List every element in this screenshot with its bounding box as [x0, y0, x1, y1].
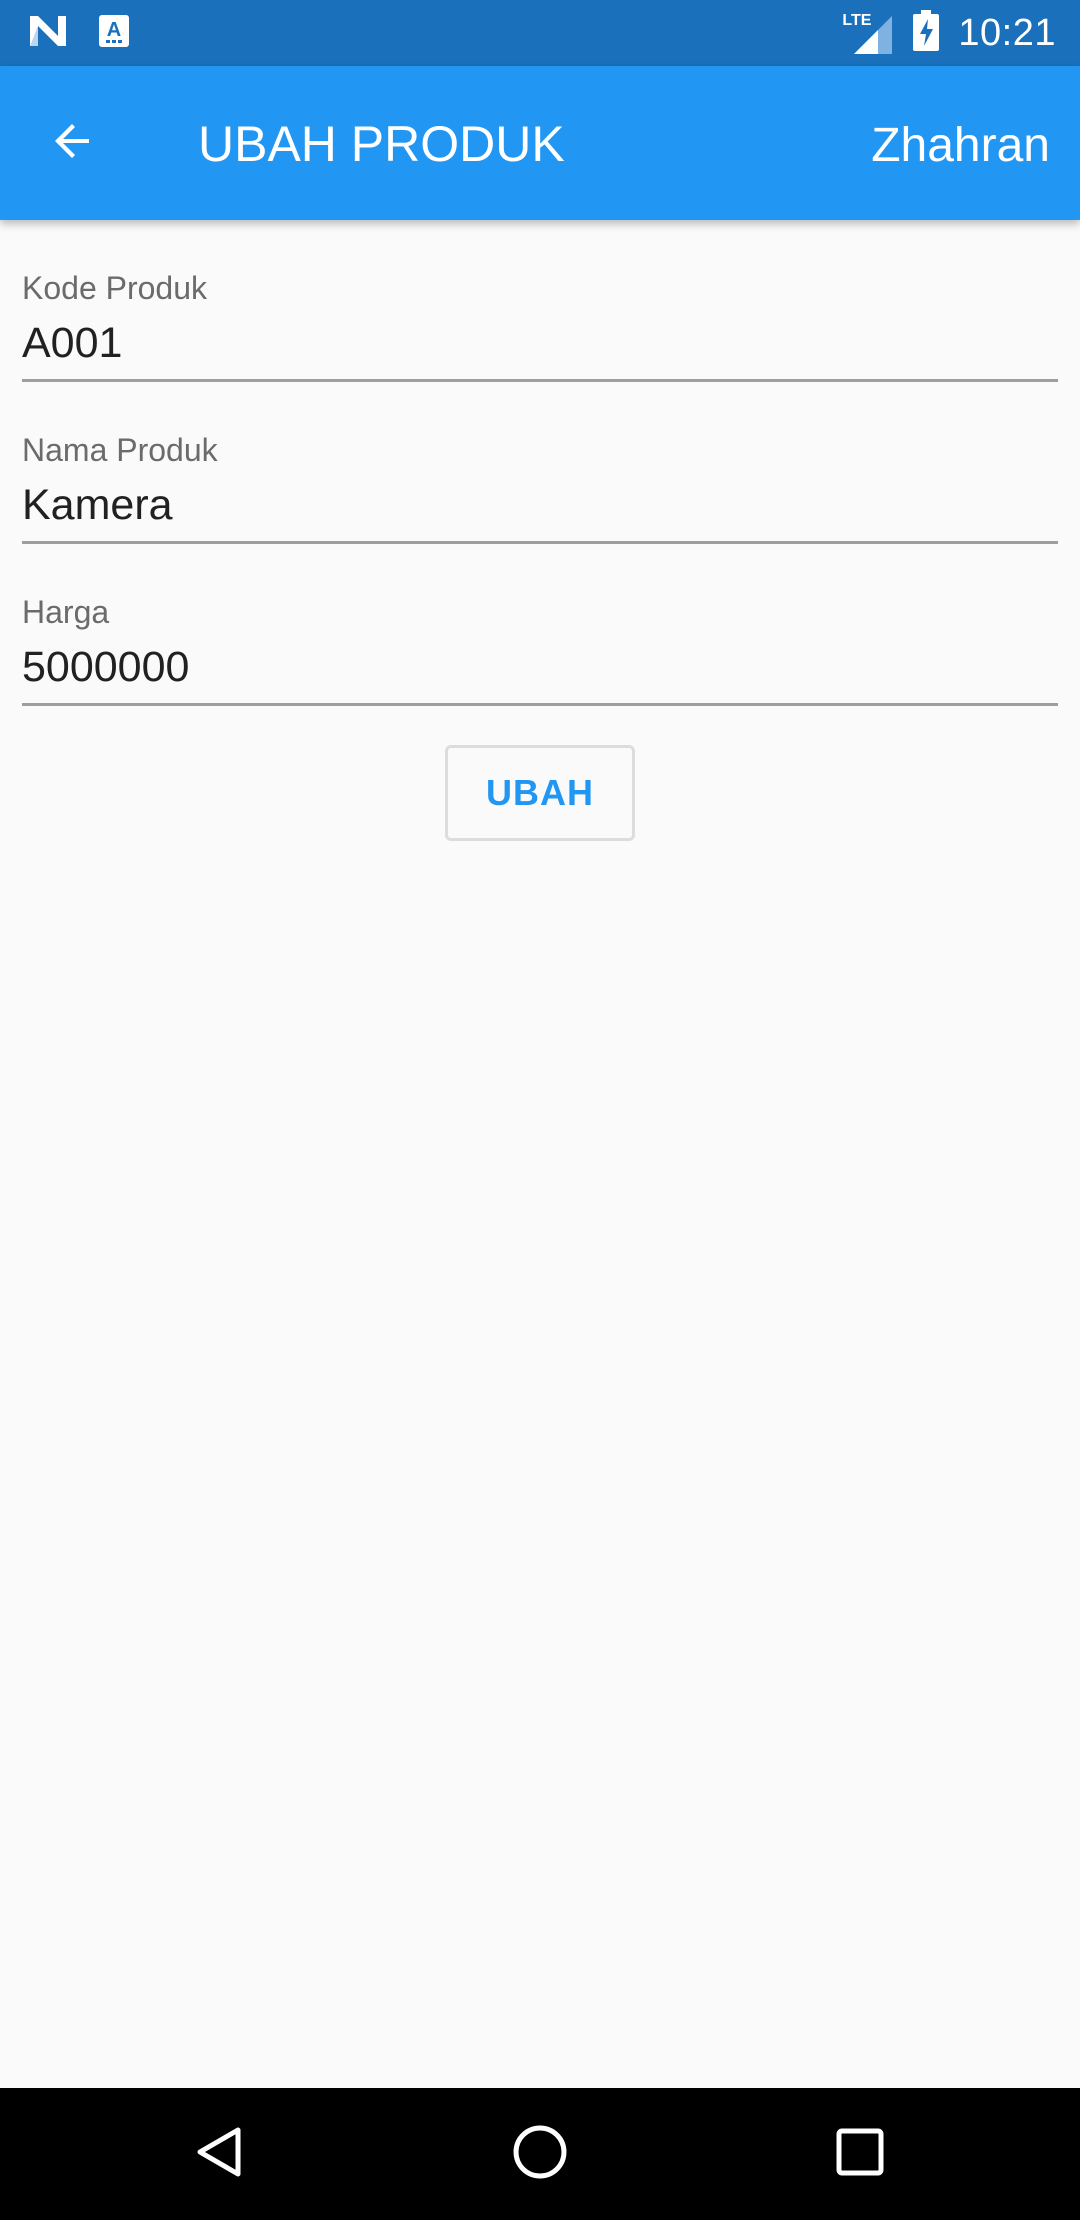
svg-text:A: A — [107, 19, 121, 41]
price-label: Harga — [22, 594, 110, 630]
home-circle-icon — [510, 2122, 570, 2187]
arrow-back-icon — [49, 117, 97, 170]
edit-product-form: Kode Produk Nama Produk Harga — [22, 220, 1058, 706]
product-code-label: Kode Produk — [22, 270, 208, 306]
n-logo-icon — [28, 14, 68, 53]
product-name-label: Nama Produk — [22, 432, 218, 468]
price-input[interactable] — [22, 640, 1058, 694]
status-right: LTE 10:21 — [842, 8, 1056, 58]
battery-charging-icon — [912, 9, 940, 57]
signal-icon: LTE — [842, 10, 894, 56]
a-notification-icon: A — [98, 14, 130, 53]
product-code-field: Kode Produk — [22, 220, 1058, 382]
recents-square-icon — [833, 2125, 887, 2184]
nav-recents-button[interactable] — [824, 2118, 896, 2190]
nav-home-button[interactable] — [504, 2118, 576, 2190]
product-code-input[interactable] — [22, 316, 1058, 370]
user-action-button[interactable]: Zhahran — [871, 116, 1050, 176]
product-name-field: Nama Produk — [22, 382, 1058, 544]
status-bar: A LTE 10:21 — [0, 0, 1080, 66]
back-button[interactable] — [40, 110, 106, 176]
app-bar: UBAH PRODUK Zhahran — [0, 66, 1080, 220]
status-time: 10:21 — [958, 11, 1056, 54]
system-nav-bar — [0, 2088, 1080, 2220]
page-title: UBAH PRODUK — [198, 116, 565, 172]
price-field: Harga — [22, 544, 1058, 706]
update-button[interactable]: UBAH — [445, 745, 635, 841]
product-name-input[interactable] — [22, 478, 1058, 532]
screen: A LTE 10:21 UBAH PRODUK Zhahran Kode Pro… — [0, 0, 1080, 2220]
back-triangle-icon — [192, 2124, 248, 2185]
submit-wrap: UBAH — [0, 745, 1080, 841]
nav-back-button[interactable] — [184, 2118, 256, 2190]
status-left: A — [28, 14, 130, 52]
